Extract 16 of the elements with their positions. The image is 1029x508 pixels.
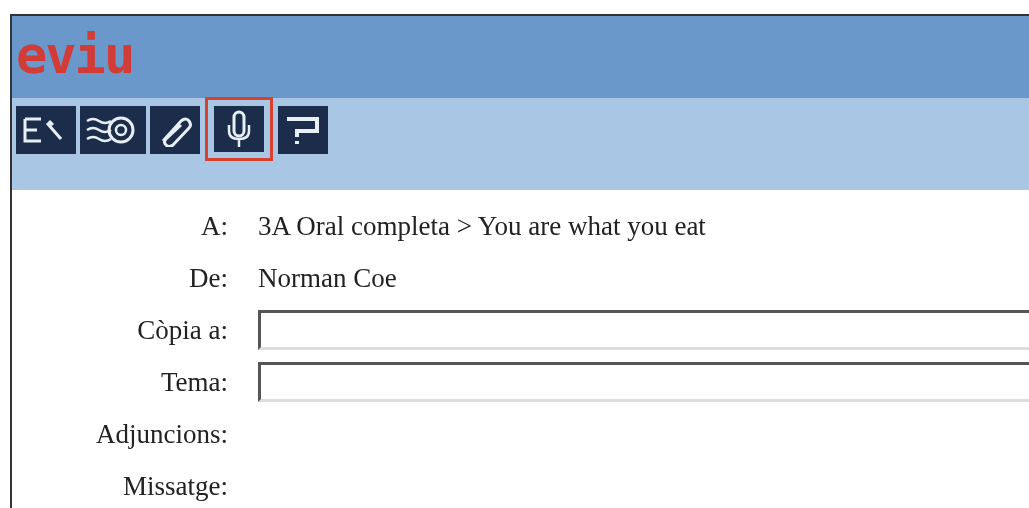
- compose-button[interactable]: [16, 106, 76, 154]
- field-label: Adjuncions:: [95, 418, 228, 450]
- stamp-button[interactable]: [80, 106, 146, 154]
- logo: eviu: [16, 24, 134, 87]
- field-label: Missatge:: [122, 470, 228, 502]
- field-label: A:: [200, 210, 228, 242]
- field-label: Còpia a:: [136, 314, 228, 346]
- microphone-button[interactable]: [214, 106, 264, 152]
- field-label: De:: [188, 262, 228, 294]
- input-field[interactable]: [258, 310, 1029, 350]
- field-value: 3A Oral completa > You are what you eat: [258, 210, 706, 242]
- input-field[interactable]: [258, 362, 1029, 402]
- help-button[interactable]: [278, 106, 328, 154]
- attach-button[interactable]: [150, 106, 200, 154]
- field-label: Tema:: [159, 366, 228, 398]
- field-value: Norman Coe: [258, 262, 397, 294]
